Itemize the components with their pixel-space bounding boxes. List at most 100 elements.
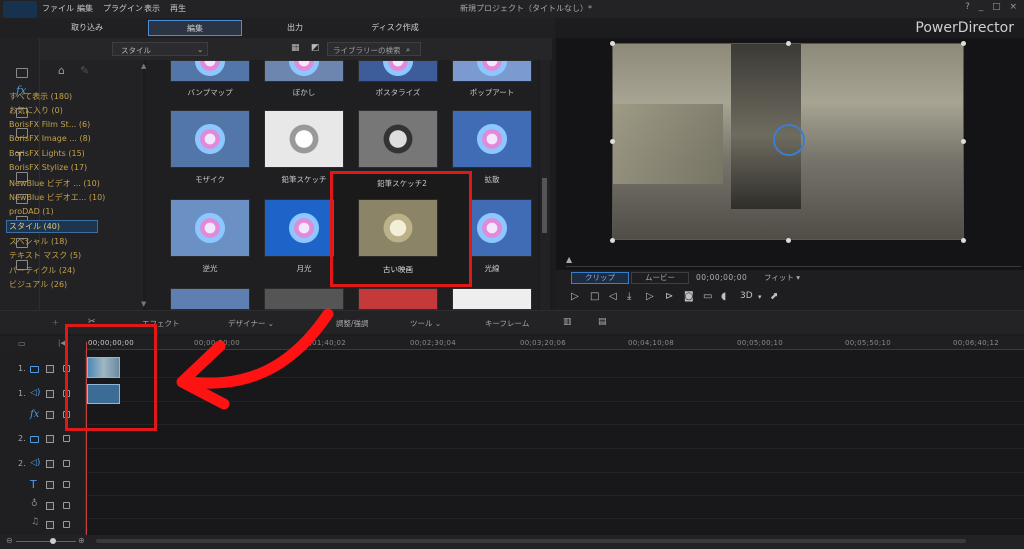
audio-icon[interactable]: ◖: [721, 291, 726, 302]
split-icon[interactable]: ⤓: [627, 291, 631, 302]
category-item[interactable]: BorisFX Stylize (17): [9, 163, 87, 172]
menu-playback[interactable]: 再生: [170, 3, 186, 14]
lock-icon[interactable]: [63, 435, 70, 442]
play-icon[interactable]: ▷: [571, 291, 579, 302]
track-enable-checkbox[interactable]: [46, 390, 54, 398]
resize-handle[interactable]: [961, 41, 966, 46]
music-track[interactable]: [86, 516, 1024, 537]
timecode[interactable]: 00;00;00;00: [696, 273, 747, 282]
effect-thumb[interactable]: [358, 288, 438, 310]
tab-capture[interactable]: 取り込み: [40, 20, 134, 36]
effect-thumb[interactable]: [452, 60, 532, 82]
grid-view-icon[interactable]: ▦: [291, 43, 300, 53]
lock-icon[interactable]: [63, 502, 70, 509]
timeline-scrollbar[interactable]: [96, 539, 966, 543]
stop-icon[interactable]: □: [590, 291, 599, 302]
movie-mode-button[interactable]: ムービー: [631, 272, 689, 284]
track-enable-checkbox[interactable]: [46, 435, 54, 443]
effect-thumb[interactable]: [170, 110, 250, 168]
track-enable-checkbox[interactable]: [46, 502, 54, 510]
menu-file[interactable]: ファイル: [42, 3, 74, 14]
category-item[interactable]: パーティクル (24): [9, 265, 75, 276]
category-item[interactable]: NewBlue ビデオエ... (10): [9, 192, 105, 203]
category-item[interactable]: BorisFX Lights (15): [9, 149, 85, 158]
search-input[interactable]: ライブラリーの検索 ⌕: [327, 42, 421, 56]
seek-bar[interactable]: [566, 266, 1021, 267]
add-icon[interactable]: +: [52, 318, 59, 327]
zoom-fit-dropdown[interactable]: フィット ▾: [764, 272, 814, 284]
tag-icon[interactable]: ⌂: [58, 64, 65, 77]
style-dropdown[interactable]: スタイル ⌄: [112, 42, 208, 56]
track-enable-checkbox[interactable]: [46, 521, 54, 529]
effect-thumb[interactable]: [264, 60, 344, 82]
effect-thumb[interactable]: [358, 110, 438, 168]
clip-mode-button[interactable]: クリップ: [571, 272, 629, 284]
resize-handle[interactable]: [961, 139, 966, 144]
resize-handle[interactable]: [786, 238, 791, 243]
effect-thumb[interactable]: [170, 199, 250, 257]
tab-edit[interactable]: 編集: [148, 20, 242, 36]
tab-output[interactable]: 出力: [248, 20, 342, 36]
track-manager-icon[interactable]: ▭: [18, 339, 26, 348]
category-item[interactable]: BorisFX Image ... (8): [9, 134, 91, 143]
category-item[interactable]: お気に入り (0): [9, 105, 63, 116]
video-frame[interactable]: [612, 43, 964, 240]
resize-handle[interactable]: [610, 238, 615, 243]
menu-plugins[interactable]: プラグイン: [103, 3, 143, 14]
chevron-down-icon: ⌄: [197, 45, 204, 54]
zoom-out-icon[interactable]: ⊖: [6, 536, 13, 545]
export-icon[interactable]: ▤: [598, 317, 607, 327]
snapshot-icon[interactable]: ◙: [684, 291, 694, 302]
effect-thumb[interactable]: [452, 288, 532, 310]
video-track-2[interactable]: [86, 428, 1024, 449]
track-enable-checkbox[interactable]: [46, 411, 54, 419]
window-controls[interactable]: ? _ □ ×: [965, 2, 1020, 12]
tab-disc[interactable]: ディスク作成: [348, 20, 442, 36]
category-item[interactable]: BorisFX Film St... (6): [9, 120, 90, 129]
effect-thumb[interactable]: [452, 110, 532, 168]
resize-handle[interactable]: [786, 41, 791, 46]
effect-thumb[interactable]: [264, 110, 344, 168]
scrollbar-thumb[interactable]: [542, 178, 547, 233]
category-item[interactable]: ビジュアル (26): [9, 279, 67, 290]
tools-menu[interactable]: ツール ⌄: [410, 318, 441, 329]
track-enable-checkbox[interactable]: [46, 365, 54, 373]
lock-icon[interactable]: [63, 460, 70, 467]
3d-mode-toggle[interactable]: 3D: [740, 291, 753, 301]
category-item[interactable]: テキスト マスク (5): [9, 250, 81, 261]
previous-frame-icon[interactable]: ◁: [609, 291, 617, 302]
fast-forward-icon[interactable]: ⊳: [665, 291, 673, 302]
category-item[interactable]: proDAD (1): [9, 207, 54, 216]
next-frame-icon[interactable]: ▷: [646, 291, 654, 302]
category-item[interactable]: NewBlue ビデオ ... (10): [9, 178, 100, 189]
trash-icon[interactable]: ▥: [563, 317, 572, 327]
media-room-icon[interactable]: [16, 68, 28, 78]
resize-handle[interactable]: [610, 139, 615, 144]
track-enable-checkbox[interactable]: [46, 481, 54, 489]
keyframe-button[interactable]: キーフレーム: [485, 318, 529, 329]
zoom-slider[interactable]: [16, 541, 76, 542]
zoom-slider-thumb[interactable]: [50, 538, 56, 544]
undock-icon[interactable]: ⬈: [770, 291, 778, 302]
category-item[interactable]: スペシャル (18): [9, 236, 67, 247]
track-enable-checkbox[interactable]: [46, 460, 54, 468]
category-item[interactable]: すべて表示 (180): [9, 91, 72, 102]
thumbnail-size-icon[interactable]: ◩: [311, 43, 320, 53]
subtitle-icon[interactable]: ▭: [703, 291, 712, 302]
audio-track-2[interactable]: [86, 452, 1024, 473]
edit-tag-icon[interactable]: ✎: [80, 64, 89, 77]
menu-view[interactable]: 表示: [144, 3, 160, 14]
volume-marker-icon[interactable]: ▲: [566, 255, 572, 264]
crosshair-icon[interactable]: [773, 124, 805, 156]
resize-handle[interactable]: [961, 238, 966, 243]
title-track[interactable]: [86, 475, 1024, 496]
lock-icon[interactable]: [63, 521, 70, 528]
3d-dropdown-icon[interactable]: ▾: [758, 293, 762, 301]
lock-icon[interactable]: [63, 481, 70, 488]
resize-handle[interactable]: [610, 41, 615, 46]
effect-thumb[interactable]: [358, 60, 438, 82]
menu-edit[interactable]: 編集: [77, 3, 93, 14]
zoom-in-icon[interactable]: ⊕: [78, 536, 85, 545]
category-item-selected[interactable]: スタイル (40): [6, 220, 98, 233]
effect-thumb[interactable]: [170, 60, 250, 82]
